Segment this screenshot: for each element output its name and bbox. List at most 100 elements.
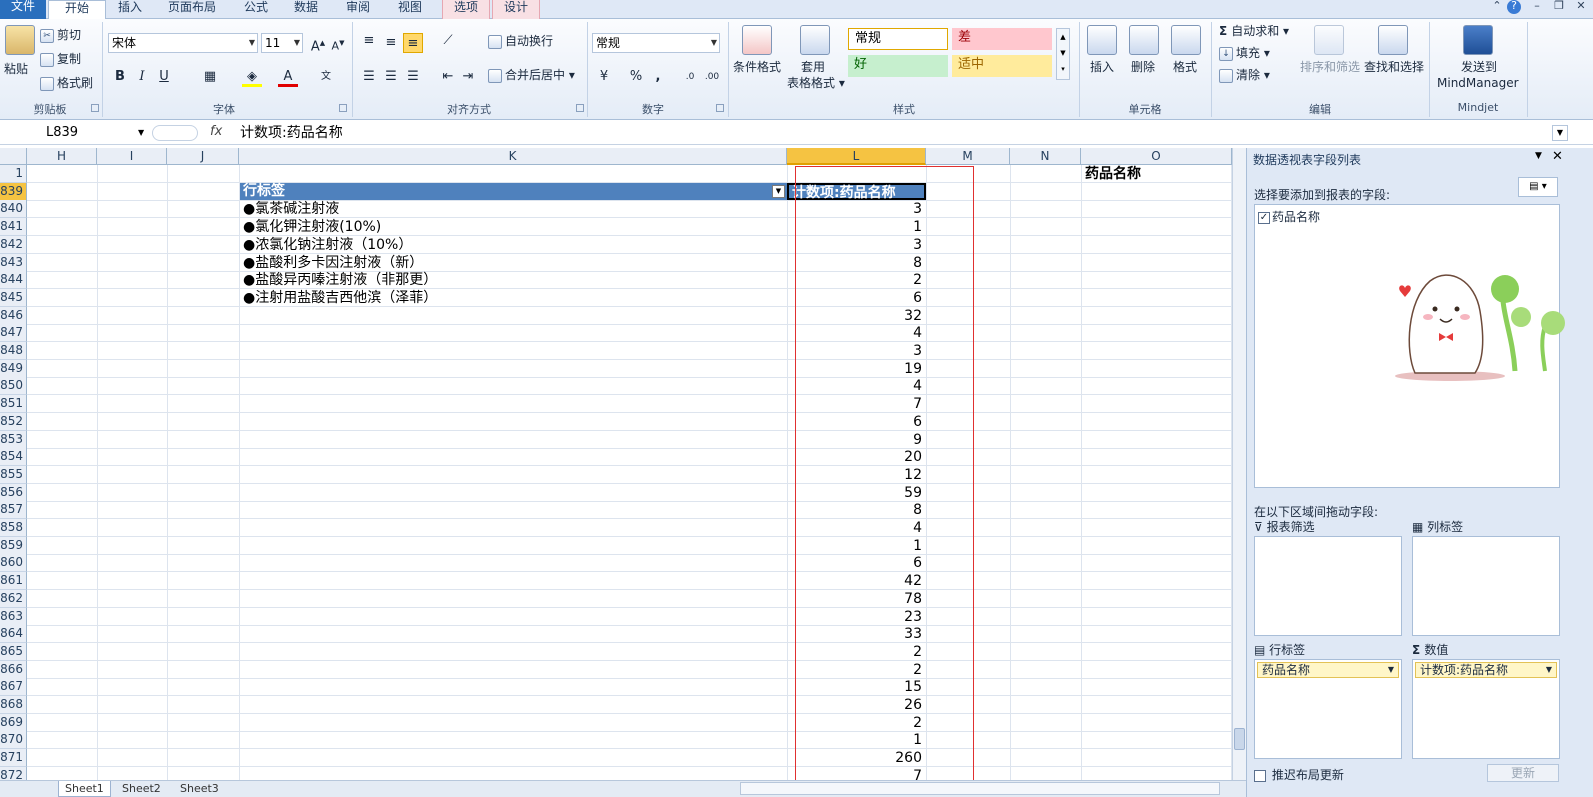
row-header[interactable]: 853 bbox=[0, 430, 27, 449]
value-field-pill[interactable]: 计数项:药品名称 ▼ bbox=[1415, 662, 1557, 678]
cell-o1[interactable]: 药品名称 bbox=[1085, 166, 1141, 183]
formula-content[interactable]: 计数项:药品名称 bbox=[240, 124, 343, 142]
column-header-m[interactable]: M bbox=[926, 148, 1010, 165]
grow-font-button[interactable]: A▲ bbox=[308, 33, 328, 54]
select-all-corner[interactable] bbox=[0, 148, 27, 165]
style-good[interactable]: 好 bbox=[848, 55, 948, 77]
column-labels-zone[interactable] bbox=[1412, 536, 1560, 636]
row-field-pill[interactable]: 药品名称 ▼ bbox=[1257, 662, 1399, 678]
style-normal[interactable]: 常规 bbox=[848, 28, 948, 50]
expand-formula-bar-icon[interactable]: ▼ bbox=[1552, 125, 1568, 141]
pivot-row-item[interactable]: ●盐酸异丙嗪注射液（非那更） bbox=[243, 271, 437, 289]
row-header[interactable]: 846 bbox=[0, 306, 27, 325]
percent-button[interactable]: % bbox=[626, 67, 646, 87]
pivot-row-item[interactable]: ●氯化钾注射液(10%) bbox=[243, 218, 381, 236]
row-header[interactable]: 863 bbox=[0, 607, 27, 626]
formula-bar-splitter[interactable] bbox=[152, 125, 198, 141]
values-zone[interactable]: 计数项:药品名称 ▼ bbox=[1412, 659, 1560, 759]
sheet-tab-3[interactable]: Sheet3 bbox=[174, 781, 225, 797]
border-icon[interactable]: ▦ bbox=[200, 67, 220, 87]
close-window-icon[interactable]: ✕ bbox=[1571, 0, 1591, 14]
sheet-tab-2[interactable]: Sheet2 bbox=[116, 781, 167, 797]
shrink-font-button[interactable]: A▼ bbox=[328, 33, 348, 53]
comma-button[interactable]: , bbox=[648, 67, 668, 87]
checkbox-checked-icon[interactable]: ✓ bbox=[1258, 211, 1270, 224]
row-header[interactable]: 869 bbox=[0, 713, 27, 732]
vertical-scroll-thumb[interactable] bbox=[1234, 728, 1245, 750]
column-header-n[interactable]: N bbox=[1010, 148, 1081, 165]
conditional-format-button[interactable]: 条件格式 bbox=[733, 59, 781, 75]
increase-indent-icon[interactable]: ⇥ bbox=[458, 67, 478, 87]
row-header[interactable]: 868 bbox=[0, 696, 27, 714]
row-header[interactable]: 867 bbox=[0, 678, 27, 697]
styles-gallery-scroll[interactable]: ▲ ▼ ▾ bbox=[1056, 28, 1070, 80]
find-select-button[interactable]: 查找和选择 bbox=[1364, 59, 1424, 75]
row-header[interactable]: 857 bbox=[0, 501, 27, 520]
bold-button[interactable]: B bbox=[110, 67, 130, 87]
row-header[interactable]: 839 bbox=[0, 182, 27, 201]
row-field-dropdown-icon[interactable]: ▼ bbox=[1388, 663, 1394, 677]
row-header[interactable]: 848 bbox=[0, 342, 27, 360]
align-middle-icon[interactable]: ≡ bbox=[381, 33, 401, 53]
row-header[interactable]: 865 bbox=[0, 642, 27, 661]
align-center-icon[interactable]: ☰ bbox=[381, 67, 401, 87]
report-filter-zone[interactable] bbox=[1254, 536, 1402, 636]
restore-window-icon[interactable]: ❐ bbox=[1549, 0, 1569, 14]
update-button[interactable]: 更新 bbox=[1487, 764, 1559, 782]
pivot-row-label-header[interactable]: 行标签 ▼ bbox=[240, 183, 787, 200]
format-painter-button[interactable]: 格式刷 bbox=[40, 75, 93, 91]
font-name-combo[interactable]: 宋体 ▼ bbox=[108, 33, 258, 53]
style-bad[interactable]: 差 bbox=[952, 28, 1052, 50]
row-header[interactable]: 844 bbox=[0, 271, 27, 290]
clear-button[interactable]: 清除 ▾ bbox=[1219, 67, 1270, 83]
tab-data[interactable]: 数据 bbox=[284, 0, 328, 19]
column-header-k[interactable]: K bbox=[239, 148, 787, 165]
row-header[interactable]: 866 bbox=[0, 660, 27, 679]
insert-cells-icon[interactable] bbox=[1087, 25, 1117, 55]
send-to-label[interactable]: 发送到 bbox=[1461, 59, 1497, 75]
row-header[interactable]: 850 bbox=[0, 377, 27, 396]
align-left-icon[interactable]: ☰ bbox=[359, 67, 379, 87]
minimize-ribbon-icon[interactable]: ⌃ bbox=[1487, 0, 1507, 14]
row-labels-zone[interactable]: 药品名称 ▼ bbox=[1254, 659, 1402, 759]
fill-color-icon[interactable]: ◈ bbox=[242, 67, 262, 87]
mindmanager-icon[interactable] bbox=[1463, 25, 1493, 55]
row-header[interactable]: 858 bbox=[0, 519, 27, 537]
row-header[interactable]: 852 bbox=[0, 412, 27, 431]
vertical-scrollbar[interactable] bbox=[1232, 148, 1246, 780]
tab-design[interactable]: 设计 bbox=[492, 0, 540, 19]
column-header-h[interactable]: H bbox=[27, 148, 97, 165]
tab-review[interactable]: 审阅 bbox=[336, 0, 380, 19]
checkbox-unchecked-icon[interactable] bbox=[1254, 769, 1266, 782]
row-header[interactable]: 841 bbox=[0, 218, 27, 237]
row-header[interactable]: 847 bbox=[0, 324, 27, 343]
name-box-dropdown-icon[interactable]: ▼ bbox=[138, 128, 144, 137]
row-header[interactable]: 859 bbox=[0, 536, 27, 555]
phonetic-icon[interactable]: 文 bbox=[316, 67, 336, 87]
tab-formulas[interactable]: 公式 bbox=[234, 0, 278, 19]
font-color-icon[interactable]: A bbox=[278, 67, 298, 87]
row-header[interactable]: 854 bbox=[0, 448, 27, 467]
row-header[interactable]: 861 bbox=[0, 572, 27, 591]
underline-button[interactable]: U bbox=[154, 67, 174, 87]
fill-button[interactable]: ↓ 填充 ▾ bbox=[1219, 45, 1270, 61]
wrap-text-button[interactable]: 自动换行 bbox=[488, 33, 553, 49]
align-right-icon[interactable]: ☰ bbox=[403, 67, 423, 87]
pane-close-icon[interactable]: ✕ bbox=[1552, 149, 1563, 164]
orientation-icon[interactable]: ⟋ bbox=[438, 31, 458, 51]
table-format-icon[interactable] bbox=[800, 25, 830, 55]
number-format-combo[interactable]: 常规 ▼ bbox=[592, 33, 720, 53]
font-size-combo[interactable]: 11 ▼ bbox=[261, 33, 303, 53]
binoculars-icon[interactable] bbox=[1378, 25, 1408, 55]
row-header[interactable]: 849 bbox=[0, 359, 27, 378]
row-header[interactable]: 842 bbox=[0, 235, 27, 254]
row-header[interactable]: 843 bbox=[0, 253, 27, 272]
align-top-icon[interactable]: ≡ bbox=[359, 31, 379, 51]
format-cells-button[interactable]: 格式 bbox=[1173, 59, 1197, 75]
sheet-tab-1[interactable]: Sheet1 bbox=[58, 781, 111, 797]
paste-icon[interactable] bbox=[5, 25, 35, 55]
defer-update-checkbox[interactable]: 推迟布局更新 bbox=[1254, 766, 1344, 783]
row-header[interactable]: 864 bbox=[0, 625, 27, 644]
sort-filter-button[interactable]: 排序和筛选 bbox=[1300, 59, 1360, 75]
table-format-label-1[interactable]: 套用 bbox=[801, 59, 825, 75]
